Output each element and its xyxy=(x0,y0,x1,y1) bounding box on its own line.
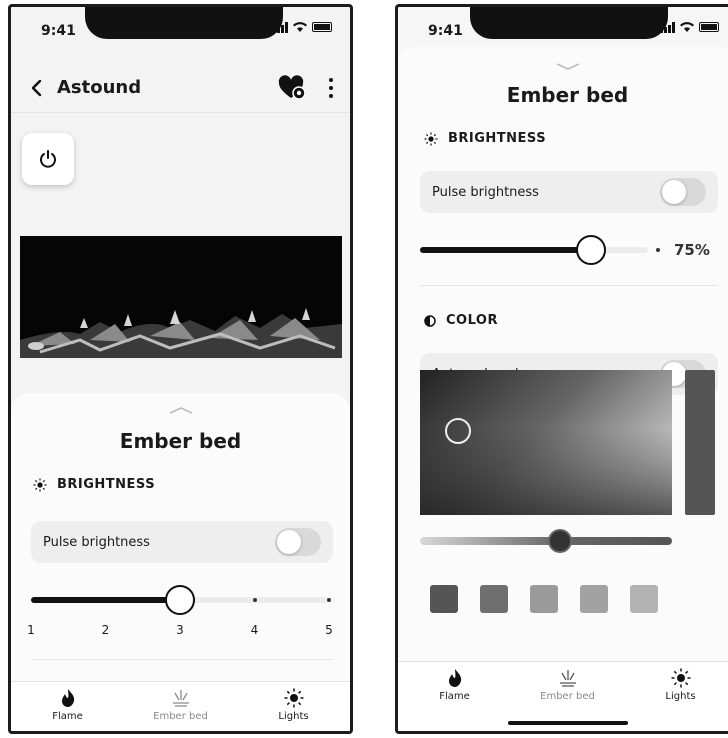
color-swatches xyxy=(430,585,658,613)
contrast-icon xyxy=(424,314,436,327)
sun-icon xyxy=(33,478,47,491)
status-time: 9:41 xyxy=(41,23,76,39)
color-picker-cursor[interactable] xyxy=(445,418,471,444)
section-divider xyxy=(420,285,718,286)
tab-lights[interactable]: Lights xyxy=(237,682,350,731)
selected-color-preview xyxy=(685,370,715,515)
color-swatch[interactable] xyxy=(530,585,558,613)
brightness-section-title: BRIGHTNESS xyxy=(424,131,546,146)
pulse-brightness-label: Pulse brightness xyxy=(43,534,150,550)
pulse-brightness-toggle[interactable] xyxy=(660,178,706,206)
sheet-title: Ember bed xyxy=(506,83,629,107)
tab-flame[interactable]: Flame xyxy=(398,662,511,731)
hue-slider-thumb[interactable] xyxy=(548,529,572,553)
tab-lights[interactable]: Lights xyxy=(624,662,728,731)
flame-icon xyxy=(448,669,461,687)
wifi-icon xyxy=(680,22,694,32)
signal-icon xyxy=(660,21,675,33)
tab-flame-label: Flame xyxy=(439,691,470,702)
power-icon xyxy=(40,150,56,168)
battery-icon xyxy=(312,22,332,32)
fireplace-preview-image xyxy=(20,236,342,358)
slider-tick-dot xyxy=(252,598,257,602)
page-title: Astound xyxy=(57,77,142,98)
phone-screen-ember-bed: 9:41 Ember bed BRIGHTNESS Pulse brightne… xyxy=(395,4,728,734)
phone-screen-fireplace: 9:41 Astound Ember bed BRIGHTNESS Pulse … xyxy=(8,4,353,734)
slider-tick-label: 1 xyxy=(27,623,35,637)
device-notch xyxy=(470,7,668,39)
tab-ember-bed[interactable]: Ember bed xyxy=(124,682,237,731)
color-swatch[interactable] xyxy=(630,585,658,613)
more-options-icon[interactable] xyxy=(326,77,336,98)
tab-flame[interactable]: Flame xyxy=(11,682,124,731)
status-icons xyxy=(660,21,719,33)
tab-lights-label: Lights xyxy=(278,711,309,722)
sheet-handle-chevron-up-icon[interactable] xyxy=(168,405,194,415)
pulse-brightness-toggle[interactable] xyxy=(275,528,321,556)
app-header: Astound xyxy=(11,63,350,113)
tab-ember-bed-label: Ember bed xyxy=(540,691,595,702)
flame-icon xyxy=(61,689,74,707)
signal-icon xyxy=(273,21,288,33)
slider-end-dot xyxy=(656,248,660,252)
brightness-percent-value: 75% xyxy=(674,241,710,259)
sun-icon xyxy=(671,668,690,688)
slider-tick-label: 2 xyxy=(101,623,110,637)
sheet-handle-chevron-down-icon[interactable] xyxy=(555,61,581,71)
back-chevron-icon[interactable] xyxy=(25,77,47,99)
battery-icon xyxy=(699,22,719,32)
color-section-title: COLOR xyxy=(424,313,498,328)
brightness-slider-thumb[interactable] xyxy=(576,235,606,265)
ember-bed-icon xyxy=(559,670,576,687)
hue-slider[interactable] xyxy=(420,537,672,545)
sun-icon xyxy=(284,688,303,708)
slider-tick-label: 5 xyxy=(325,623,333,637)
wifi-icon xyxy=(293,22,307,32)
sun-icon xyxy=(424,132,438,145)
ember-bed-icon xyxy=(172,690,189,707)
slider-tick-label: 3 xyxy=(176,623,184,637)
slider-tick-dot xyxy=(327,598,331,602)
color-saturation-picker[interactable] xyxy=(420,370,672,515)
tab-lights-label: Lights xyxy=(665,691,696,702)
color-swatch[interactable] xyxy=(430,585,458,613)
brightness-label: BRIGHTNESS xyxy=(57,477,156,492)
slider-tick-label: 4 xyxy=(250,623,259,637)
tab-flame-label: Flame xyxy=(52,711,83,722)
home-indicator xyxy=(507,721,628,725)
status-time: 9:41 xyxy=(428,23,463,39)
brightness-section-title: BRIGHTNESS xyxy=(33,477,155,492)
status-icons xyxy=(273,21,332,33)
brightness-label: BRIGHTNESS xyxy=(448,131,547,146)
brightness-slider-fill xyxy=(420,247,591,253)
pulse-brightness-label: Pulse brightness xyxy=(432,184,539,200)
brightness-slider-fill xyxy=(31,597,180,603)
brightness-percent-slider[interactable] xyxy=(420,247,648,253)
tab-ember-bed-label: Ember bed xyxy=(153,711,208,722)
pulse-brightness-row: Pulse brightness xyxy=(420,171,718,213)
section-divider xyxy=(31,659,333,660)
bottom-tab-bar: Flame Ember bed Lights xyxy=(398,661,728,731)
power-button[interactable] xyxy=(22,133,74,185)
ember-bed-sheet: Ember bed BRIGHTNESS Pulse brightness Fl… xyxy=(11,393,350,731)
color-swatch[interactable] xyxy=(580,585,608,613)
color-swatch[interactable] xyxy=(480,585,508,613)
sheet-title: Ember bed xyxy=(119,429,242,453)
device-notch xyxy=(85,7,283,39)
brightness-slider-thumb[interactable] xyxy=(165,585,195,615)
pulse-brightness-row: Pulse brightness xyxy=(31,521,333,563)
bottom-tab-bar: Flame Ember bed Lights xyxy=(11,681,350,731)
color-label: COLOR xyxy=(446,313,498,328)
favorite-heart-icon[interactable] xyxy=(278,74,306,101)
